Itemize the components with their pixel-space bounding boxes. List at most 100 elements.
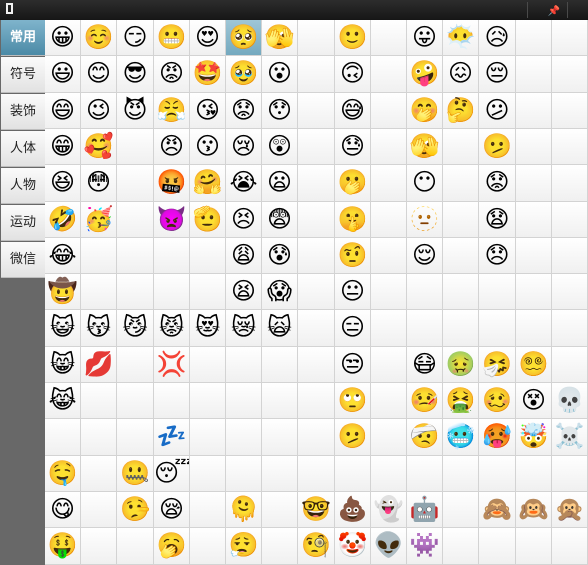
emoji-cell[interactable]: 😛	[407, 20, 443, 56]
emoji-cell[interactable]: 😩	[226, 238, 262, 274]
emoji-cell[interactable]: 🤤	[45, 456, 81, 492]
emoji-cell[interactable]: 😐	[335, 274, 371, 310]
emoji-cell[interactable]: 😕	[479, 93, 516, 129]
tab-sports[interactable]: 运动	[1, 205, 45, 241]
emoji-cell[interactable]: 🙃	[335, 56, 371, 93]
emoji-cell[interactable]: 😥	[479, 20, 516, 56]
emoji-cell[interactable]: 🫠	[226, 492, 262, 528]
emoji-cell[interactable]: 😫	[226, 274, 262, 310]
emoji-cell[interactable]: 🤥	[117, 492, 154, 528]
emoji-cell[interactable]: 🤫	[335, 202, 371, 238]
emoji-cell[interactable]: 🫤	[335, 419, 371, 456]
emoji-cell[interactable]: 😷	[407, 347, 443, 383]
emoji-cell[interactable]: 😌	[407, 238, 443, 274]
emoji-cell[interactable]: 👿	[154, 202, 190, 238]
emoji-cell[interactable]: 🤧	[479, 347, 516, 383]
emoji-cell[interactable]: 😂	[45, 238, 81, 274]
emoji-cell[interactable]: 😁	[45, 129, 81, 165]
emoji-cell[interactable]: 😏	[117, 20, 154, 56]
emoji-cell[interactable]: 😧	[479, 202, 516, 238]
emoji-cell[interactable]: ☠️	[552, 419, 588, 456]
emoji-cell[interactable]: 😊	[81, 56, 117, 93]
emoji-cell[interactable]: 🤣	[45, 202, 81, 238]
emoji-cell[interactable]: 😤	[154, 93, 190, 129]
emoji-cell[interactable]: 😄	[45, 93, 81, 129]
emoji-cell[interactable]: 💀	[552, 383, 588, 419]
emoji-cell[interactable]: 👽	[371, 528, 407, 565]
emoji-cell[interactable]: 🤭	[407, 93, 443, 129]
emoji-cell[interactable]: 🫡	[190, 202, 226, 238]
emoji-cell[interactable]: 🙊	[552, 492, 588, 528]
emoji-cell[interactable]: 😲	[262, 129, 298, 165]
emoji-cell[interactable]: 😦	[262, 165, 298, 202]
emoji-cell[interactable]: ☺️	[81, 20, 117, 56]
tab-people[interactable]: 人物	[1, 168, 45, 204]
emoji-cell[interactable]: 😖	[443, 56, 479, 93]
emoji-cell[interactable]: 😓	[335, 129, 371, 165]
emoji-cell[interactable]: 🤬	[154, 165, 190, 202]
emoji-cell[interactable]: 🙂	[335, 20, 371, 56]
emoji-cell[interactable]: 😘	[190, 93, 226, 129]
emoji-cell[interactable]: 😣	[226, 202, 262, 238]
emoji-cell[interactable]: 😋	[45, 492, 81, 528]
emoji-cell[interactable]: 🫢	[335, 165, 371, 202]
emoji-cell[interactable]: 😟	[479, 165, 516, 202]
emoji-cell[interactable]: 🤑	[45, 528, 81, 565]
emoji-cell[interactable]: 🤒	[407, 383, 443, 419]
emoji-cell[interactable]: 🥳	[81, 202, 117, 238]
emoji-cell[interactable]: 🙈	[479, 492, 516, 528]
emoji-cell[interactable]: 😻	[190, 310, 226, 347]
emoji-cell[interactable]: 😠	[154, 129, 190, 165]
emoji-cell[interactable]: 💢	[154, 347, 190, 383]
emoji-cell[interactable]: 🤓	[298, 492, 335, 528]
emoji-cell[interactable]: 😾	[154, 310, 190, 347]
emoji-cell[interactable]: 😢	[226, 129, 262, 165]
emoji-cell[interactable]: 🥴	[479, 383, 516, 419]
emoji-cell[interactable]: 😵‍💫	[516, 347, 552, 383]
emoji-cell[interactable]: 🥱	[154, 528, 190, 565]
emoji-cell[interactable]: 🤖	[407, 492, 443, 528]
emoji-cell[interactable]: 😵	[516, 383, 552, 419]
emoji-cell[interactable]: 😔	[479, 56, 516, 93]
emoji-cell[interactable]: 😴	[154, 456, 190, 492]
emoji-cell[interactable]: 🤪	[407, 56, 443, 93]
emoji-cell[interactable]: 😳	[81, 165, 117, 202]
emoji-cell[interactable]: 🤨	[335, 238, 371, 274]
tab-decorations[interactable]: 装饰	[1, 94, 45, 130]
emoji-cell[interactable]: 👾	[407, 528, 443, 565]
emoji-cell[interactable]: 😸	[45, 347, 81, 383]
emoji-cell[interactable]: 🤯	[516, 419, 552, 456]
emoji-cell[interactable]: 😑	[335, 310, 371, 347]
emoji-cell[interactable]: 🥹	[226, 56, 262, 93]
tab-wechat[interactable]: 微信	[1, 242, 45, 278]
emoji-cell[interactable]: 😈	[117, 93, 154, 129]
emoji-cell[interactable]: 🫣	[262, 20, 298, 56]
emoji-cell[interactable]: 🫤	[479, 129, 516, 165]
tab-frequent[interactable]: 常用	[1, 20, 45, 56]
emoji-cell[interactable]: 🤗	[190, 165, 226, 202]
emoji-cell[interactable]: 😟	[226, 93, 262, 129]
emoji-cell[interactable]: 🤔	[443, 93, 479, 129]
emoji-cell[interactable]: 🥰	[81, 129, 117, 165]
emoji-cell[interactable]: 💋	[81, 347, 117, 383]
emoji-cell[interactable]: 🤡	[335, 528, 371, 565]
emoji-cell[interactable]: 😗	[190, 129, 226, 165]
emoji-cell[interactable]: 🙀	[262, 310, 298, 347]
emoji-cell[interactable]: 💤	[154, 419, 190, 456]
emoji-cell[interactable]: 🥺	[226, 20, 262, 56]
emoji-cell[interactable]: 😰	[262, 238, 298, 274]
emoji-cell[interactable]: 🥶	[443, 419, 479, 456]
emoji-cell[interactable]: 💩	[335, 492, 371, 528]
emoji-cell[interactable]: 😮‍💨	[226, 528, 262, 565]
emoji-cell[interactable]: 🤢	[443, 347, 479, 383]
emoji-cell[interactable]: 👻	[371, 492, 407, 528]
emoji-cell[interactable]: 😯	[262, 93, 298, 129]
emoji-cell[interactable]: 😶‍🌫️	[443, 20, 479, 56]
emoji-cell[interactable]: 😱	[262, 274, 298, 310]
emoji-cell[interactable]: 🥵	[479, 419, 516, 456]
emoji-cell[interactable]: 😮	[262, 56, 298, 93]
emoji-cell[interactable]: 😉	[81, 93, 117, 129]
close-button[interactable]	[568, 1, 586, 19]
emoji-cell[interactable]: 😨	[262, 202, 298, 238]
emoji-cell[interactable]: 🧐	[298, 528, 335, 565]
